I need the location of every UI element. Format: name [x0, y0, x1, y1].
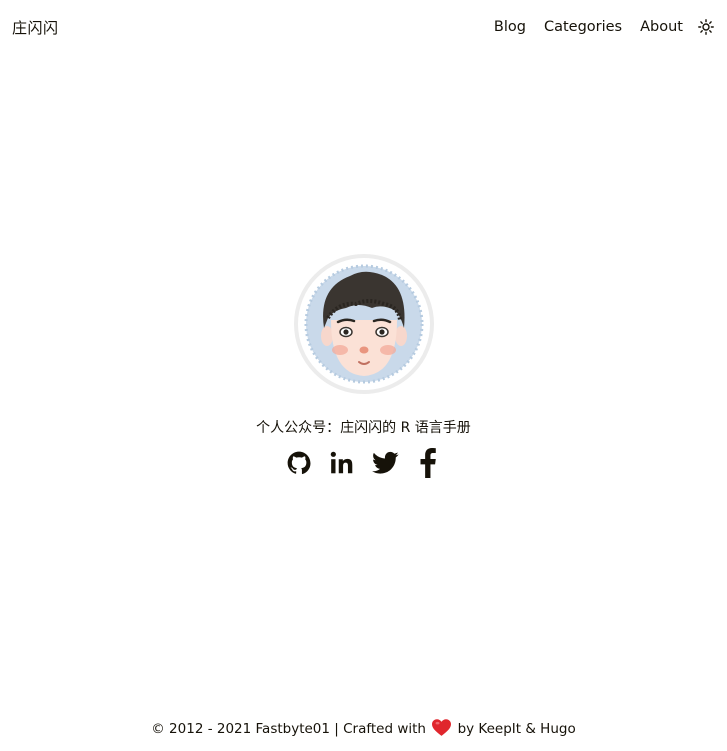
- profile-subtitle: 个人公众号：庄闪闪的 R 语言手册: [256, 420, 471, 436]
- github-link[interactable]: [284, 448, 314, 478]
- facebook-icon: [420, 448, 436, 478]
- nav-blog-link[interactable]: Blog: [494, 17, 526, 37]
- avatar: [293, 254, 434, 394]
- twitter-link[interactable]: [370, 448, 400, 478]
- page: 庄闪闪 Blog Categories About 个人公众号：庄闪闪的 R 语…: [0, 0, 727, 751]
- twitter-icon: [371, 451, 399, 474]
- main-nav: Blog Categories About: [476, 17, 715, 37]
- home-profile: 个人公众号：庄闪闪的 R 语言手册: [0, 254, 727, 478]
- social-links: [278, 448, 450, 478]
- site-title-link[interactable]: 庄闪闪: [12, 17, 59, 38]
- linkedin-link[interactable]: [327, 448, 357, 478]
- footer-copyright: © 2012 - 2021 Fastbyte01 | Crafted with: [151, 721, 426, 737]
- site-footer: © 2012 - 2021 Fastbyte01 | Crafted with …: [0, 719, 727, 739]
- sun-icon: [698, 19, 714, 35]
- facebook-link[interactable]: [413, 448, 443, 478]
- site-header: 庄闪闪 Blog Categories About: [0, 0, 727, 56]
- nav-categories-link[interactable]: Categories: [544, 17, 622, 37]
- heart-icon: [432, 719, 452, 736]
- github-icon: [287, 451, 311, 475]
- theme-toggle-button[interactable]: [697, 18, 715, 36]
- cartoon-face-avatar-icon: [304, 264, 423, 384]
- nav-about-link[interactable]: About: [640, 17, 683, 37]
- linkedin-icon: [330, 451, 353, 474]
- footer-credit: by KeepIt & Hugo: [457, 721, 576, 737]
